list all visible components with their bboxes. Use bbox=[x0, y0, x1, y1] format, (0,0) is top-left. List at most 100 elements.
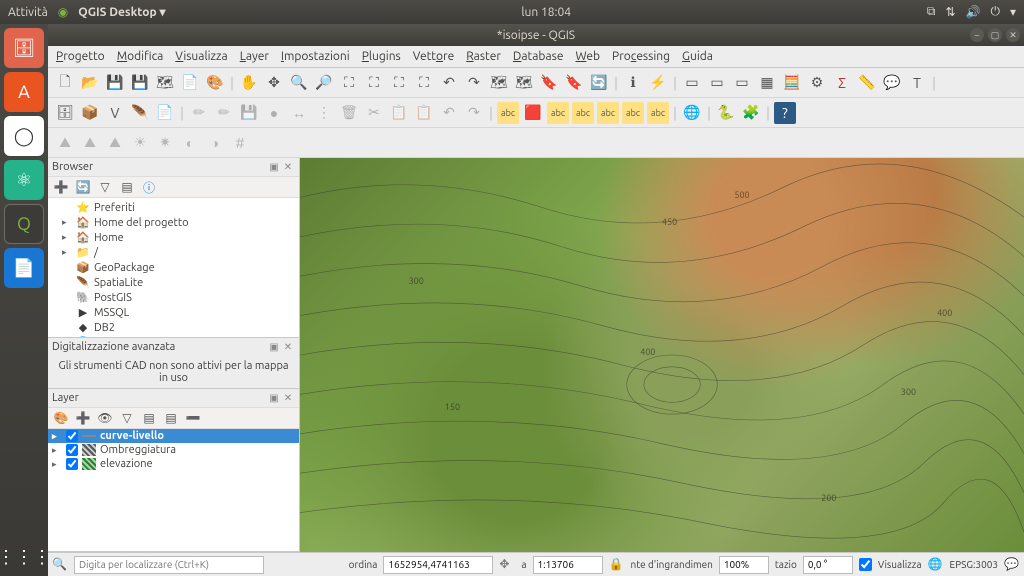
datasource-manager-icon[interactable]: 🗄 bbox=[54, 102, 76, 124]
new-map-icon[interactable]: 🗺 bbox=[488, 72, 510, 94]
refresh-icon[interactable]: 🔄 bbox=[588, 72, 610, 94]
label-tool-icon[interactable]: abc bbox=[497, 102, 519, 124]
redo-icon[interactable]: ↷ bbox=[463, 102, 485, 124]
messages-icon[interactable]: 💬 bbox=[1004, 557, 1020, 573]
menu-modifica[interactable]: Modifica bbox=[117, 50, 164, 63]
python-console-icon[interactable]: 🐍 bbox=[715, 102, 737, 124]
properties-icon[interactable]: ⓘ bbox=[140, 178, 158, 196]
browser-tree[interactable]: ⭐Preferiti▸🏠Home del progetto▸🏠Home▸📁/📦G… bbox=[48, 198, 299, 337]
crs-icon[interactable]: 🌐 bbox=[928, 557, 944, 573]
extents-icon[interactable]: ✥ bbox=[499, 557, 515, 573]
new-geopackage-icon[interactable]: 📦 bbox=[79, 102, 101, 124]
crs-label[interactable]: EPSG:3003 bbox=[950, 559, 999, 570]
panel-undock-icon[interactable]: ▣ bbox=[267, 340, 281, 354]
panel-close-icon[interactable]: ✕ bbox=[281, 160, 295, 174]
cut-icon[interactable]: ✂ bbox=[363, 102, 385, 124]
current-edits-icon[interactable]: ✏ bbox=[188, 102, 210, 124]
map-canvas[interactable]: 500 450 400 300 300 150 200 400 bbox=[300, 158, 1024, 552]
action-icon[interactable]: ⚡ bbox=[647, 72, 669, 94]
browser-item[interactable]: 📦GeoPackage bbox=[48, 260, 299, 275]
new-spatialite-icon[interactable]: 🪶 bbox=[129, 102, 151, 124]
menu-impostazioni[interactable]: Impostazioni bbox=[281, 50, 350, 63]
launcher-chrome[interactable]: ◯ bbox=[4, 116, 44, 156]
pan-icon[interactable]: ✋ bbox=[238, 72, 260, 94]
browser-item[interactable]: 🐘PostGIS bbox=[48, 290, 299, 305]
help-icon[interactable]: ? bbox=[774, 102, 796, 124]
panel-undock-icon[interactable]: ▣ bbox=[267, 160, 281, 174]
scale-input[interactable] bbox=[533, 556, 603, 574]
zoom-selection-icon[interactable]: ⛶ bbox=[388, 72, 410, 94]
collapse-all-icon[interactable]: ▤ bbox=[162, 409, 180, 427]
layer-list[interactable]: ▸curve-livello▸Ombreggiatura▸elevazione bbox=[48, 429, 299, 551]
select-features-icon[interactable]: ▭ bbox=[681, 72, 703, 94]
raster-tool-5[interactable]: ✷ bbox=[154, 132, 176, 154]
layer-style-icon[interactable]: 🎨 bbox=[52, 409, 70, 427]
panel-close-icon[interactable]: ✕ bbox=[281, 340, 295, 354]
render-checkbox[interactable] bbox=[859, 558, 872, 571]
menu-database[interactable]: Database bbox=[513, 50, 564, 63]
show-bookmarks-icon[interactable]: 🔖 bbox=[563, 72, 585, 94]
manage-visibility-icon[interactable]: 👁 bbox=[96, 409, 114, 427]
style-manager-icon[interactable]: 🎨 bbox=[204, 72, 226, 94]
activities-label[interactable]: Attività bbox=[8, 6, 48, 19]
raster-tool-1[interactable]: ⛰ bbox=[54, 132, 76, 154]
zoom-next-icon[interactable]: ↷ bbox=[463, 72, 485, 94]
label-rotate-icon[interactable]: abc bbox=[622, 102, 644, 124]
collapse-all-icon[interactable]: ▤ bbox=[118, 178, 136, 196]
label-move-icon[interactable]: abc bbox=[597, 102, 619, 124]
launcher-qgis[interactable]: Q bbox=[4, 204, 44, 244]
coordinate-input[interactable] bbox=[383, 556, 493, 574]
add-group-icon[interactable]: ➕ bbox=[74, 409, 92, 427]
menu-visualizza[interactable]: Visualizza bbox=[175, 50, 227, 63]
new-virtual-icon[interactable]: 📄 bbox=[154, 102, 176, 124]
label-show-icon[interactable]: abc bbox=[572, 102, 594, 124]
refresh-browser-icon[interactable]: 🔄 bbox=[74, 178, 92, 196]
browser-item[interactable]: ▶MSSQL bbox=[48, 305, 299, 320]
browser-item[interactable]: 🌐WMS/WMTS bbox=[48, 335, 299, 337]
browser-item[interactable]: ⭐Preferiti bbox=[48, 200, 299, 215]
add-feature-icon[interactable]: ● bbox=[263, 102, 285, 124]
toggle-edit-icon[interactable]: ✏ bbox=[213, 102, 235, 124]
zoom-last-icon[interactable]: ↶ bbox=[438, 72, 460, 94]
map-tips-icon[interactable]: 💬 bbox=[881, 72, 903, 94]
caret-down-icon[interactable]: ▾ bbox=[1010, 5, 1016, 19]
new-layout-icon[interactable]: 📄 bbox=[179, 72, 201, 94]
save-as-icon[interactable]: 💾 bbox=[129, 72, 151, 94]
stats-icon[interactable]: Σ bbox=[831, 72, 853, 94]
move-feature-icon[interactable]: ↔ bbox=[288, 102, 310, 124]
save-project-icon[interactable]: 💾 bbox=[104, 72, 126, 94]
launcher-show-apps[interactable]: ⋮⋮⋮ bbox=[0, 547, 51, 568]
window-close[interactable]: ✕ bbox=[1006, 28, 1020, 42]
layer-visibility-checkbox[interactable] bbox=[66, 458, 78, 470]
delete-selected-icon[interactable]: 🗑 bbox=[338, 102, 360, 124]
measure-icon[interactable]: 📏 bbox=[856, 72, 878, 94]
magnifier-input[interactable] bbox=[719, 556, 769, 574]
annotation-icon[interactable]: T bbox=[906, 72, 928, 94]
pan-to-selection-icon[interactable]: ✥ bbox=[263, 72, 285, 94]
layer-row[interactable]: ▸elevazione bbox=[48, 457, 299, 471]
new-project-icon[interactable]: 🗋 bbox=[54, 72, 76, 94]
launcher-software[interactable]: A bbox=[4, 72, 44, 112]
copy-icon[interactable]: 📋 bbox=[388, 102, 410, 124]
raster-tool-7[interactable]: ◑ bbox=[204, 132, 226, 154]
menu-plugins[interactable]: Plugins bbox=[362, 50, 401, 63]
menu-layer[interactable]: Layer bbox=[240, 50, 269, 63]
power-icon[interactable]: ⏻ bbox=[990, 5, 1000, 19]
zoom-native-icon[interactable]: ⛶ bbox=[338, 72, 360, 94]
menu-processing[interactable]: Processing bbox=[612, 50, 670, 63]
label-pin-icon[interactable]: abc bbox=[547, 102, 569, 124]
new-shapefile-icon[interactable]: V bbox=[104, 102, 126, 124]
layer-visibility-checkbox[interactable] bbox=[66, 430, 78, 442]
launcher-writer[interactable]: 📄 bbox=[4, 248, 44, 288]
undo-icon[interactable]: ↶ bbox=[438, 102, 460, 124]
open-table-icon[interactable]: ▦ bbox=[756, 72, 778, 94]
filter-browser-icon[interactable]: ▽ bbox=[96, 178, 114, 196]
browser-item[interactable]: ▸🏠Home bbox=[48, 230, 299, 245]
launcher-atom[interactable]: ⚛ bbox=[4, 160, 44, 200]
raster-tool-4[interactable]: ☀ bbox=[129, 132, 151, 154]
raster-tool-8[interactable]: # bbox=[229, 132, 251, 154]
browser-item[interactable]: ▸🏠Home del progetto bbox=[48, 215, 299, 230]
zoom-in-icon[interactable]: 🔍 bbox=[288, 72, 310, 94]
raster-tool-2[interactable]: ⛰ bbox=[79, 132, 101, 154]
lock-icon[interactable]: 🔒 bbox=[609, 557, 625, 573]
